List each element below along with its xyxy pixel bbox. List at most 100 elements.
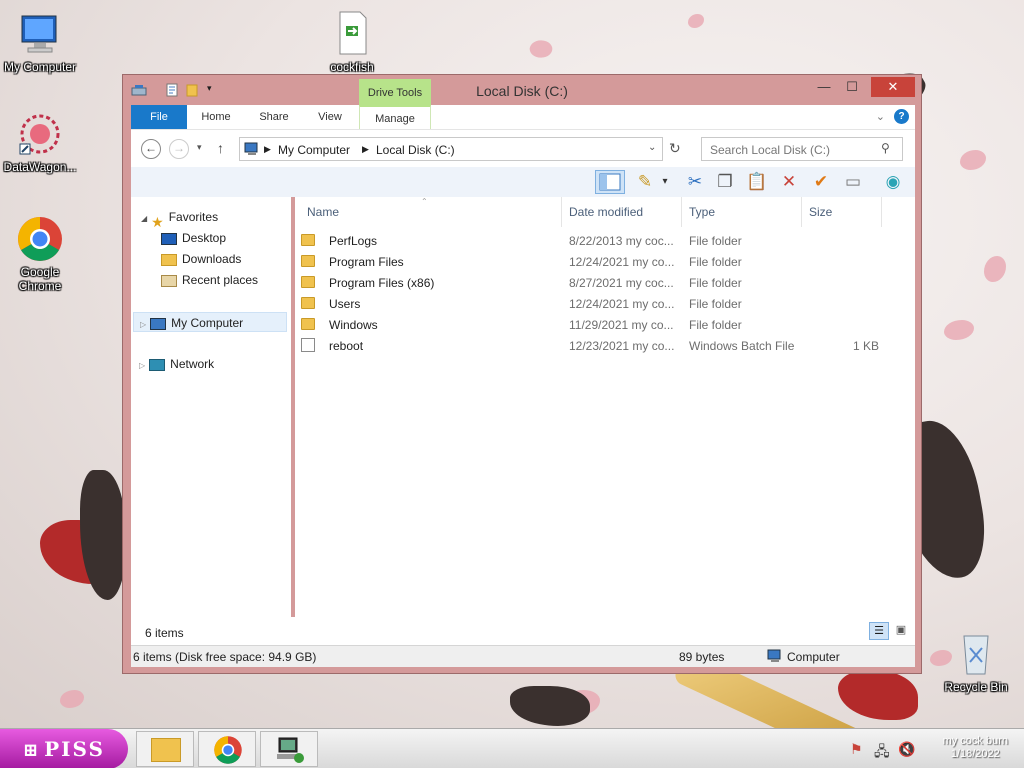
forward-button[interactable]: → xyxy=(169,139,189,159)
tab-manage[interactable]: Manage xyxy=(359,105,431,129)
table-row[interactable]: PerfLogs 8/22/2013 my coc... File folder xyxy=(295,231,895,252)
delete-icon[interactable]: ✕ xyxy=(777,170,801,194)
network-tray-icon[interactable]: 🖧 xyxy=(874,741,890,765)
desktop-icon-my-computer[interactable]: My Computer xyxy=(0,10,80,74)
rename-icon[interactable]: ▭ xyxy=(841,170,865,194)
volume-muted-icon[interactable]: 🔇 xyxy=(898,741,915,758)
help-icon[interactable]: ? xyxy=(894,109,909,124)
shortcut-file-icon xyxy=(328,10,376,58)
action-center-flag-icon[interactable]: ⚑ xyxy=(850,741,863,758)
nav-network[interactable]: ▷ Network xyxy=(139,354,214,374)
file-type: File folder xyxy=(689,318,742,332)
up-arrow-icon[interactable]: ↑ xyxy=(217,140,224,156)
minimize-button[interactable]: — xyxy=(811,77,837,97)
preview-pane-icon[interactable] xyxy=(595,170,625,194)
network-computer-icon xyxy=(275,736,305,767)
file-date: 8/22/2013 my coc... xyxy=(569,234,674,248)
taskbar: ⊞ PISS ⚑ 🖧 🔇 my cock burn 1/18/2022 xyxy=(0,728,1024,768)
checkmark-icon[interactable]: ✔ xyxy=(809,170,833,194)
chevron-right-icon: ▶ xyxy=(264,144,271,154)
maximize-button[interactable]: ☐ xyxy=(839,77,865,97)
desktop-icon-label: cockfish xyxy=(330,60,374,74)
recycle-bin-icon xyxy=(952,630,1000,678)
nav-desktop[interactable]: Desktop xyxy=(161,228,226,248)
computer-icon xyxy=(244,142,260,159)
status-summary: 6 items (Disk free space: 94.9 GB) xyxy=(133,650,317,664)
nav-downloads[interactable]: Downloads xyxy=(161,249,241,269)
item-count: 6 items xyxy=(145,626,184,640)
desktop-icon-label: My Computer xyxy=(3,60,77,74)
nav-label: Desktop xyxy=(182,231,227,245)
table-row[interactable]: reboot 12/23/2021 my co... Windows Batch… xyxy=(295,336,895,357)
file-type: Windows Batch File xyxy=(689,339,795,353)
taskbar-explorer-button[interactable] xyxy=(136,731,194,767)
file-type: File folder xyxy=(689,234,742,248)
file-name: Users xyxy=(329,297,361,311)
tab-file[interactable]: File xyxy=(131,105,187,129)
title-bar[interactable]: ▾ Drive Tools Local Disk (C:) — ☐ ✕ xyxy=(123,75,921,105)
taskbar-chrome-button[interactable] xyxy=(198,731,256,767)
desktop-icon-recycle-bin[interactable]: Recycle Bin xyxy=(936,630,1016,694)
nav-favorites[interactable]: ◢ ★ Favorites xyxy=(141,207,218,230)
file-name: PerfLogs xyxy=(329,234,378,248)
nav-label: Recent places xyxy=(182,273,259,287)
status-bytes: 89 bytes xyxy=(679,650,725,664)
column-header-date[interactable]: Date modified xyxy=(569,205,643,219)
globe-icon[interactable]: ◉ xyxy=(881,170,905,194)
ribbon-expand-icon[interactable]: ⌄ xyxy=(876,110,885,123)
breadcrumb-my-computer[interactable]: My Computer xyxy=(278,143,350,157)
cut-icon[interactable]: ✂ xyxy=(683,170,707,194)
nav-my-computer[interactable]: ▷ My Computer xyxy=(133,312,287,332)
computer-icon xyxy=(150,317,167,330)
desktop-icon-label: DataWagon... xyxy=(3,160,77,174)
tab-view[interactable]: View xyxy=(307,105,353,129)
back-button[interactable]: ← xyxy=(141,139,161,159)
nav-label: My Computer xyxy=(171,316,244,330)
address-bar[interactable]: ▶ My Computer ▶ Local Disk (C:) ⌄ xyxy=(239,137,663,161)
tab-home[interactable]: Home xyxy=(193,105,239,129)
file-size: 1 KB xyxy=(853,339,880,353)
recent-locations-icon[interactable]: ▾ xyxy=(197,142,202,153)
table-row[interactable]: Windows 11/29/2021 my co... File folder xyxy=(295,315,895,336)
file-name: Program Files xyxy=(329,255,404,269)
copy-icon[interactable]: ❐ xyxy=(713,170,737,194)
computer-icon xyxy=(767,649,783,666)
table-row[interactable]: Program Files 12/24/2021 my co... File f… xyxy=(295,252,895,273)
nav-label: Downloads xyxy=(182,252,242,266)
desktop-icon-label: Recycle Bin xyxy=(944,680,1008,694)
column-header-name[interactable]: Name xyxy=(307,205,339,219)
navigation-row: ← → ▾ ↑ ▶ My Computer ▶ Local Disk (C:) … xyxy=(131,129,915,167)
clock[interactable]: my cock burn 1/18/2022 xyxy=(943,735,1008,761)
desktop-icon xyxy=(161,232,177,245)
desktop-icon-google-chrome[interactable]: Google Chrome xyxy=(0,215,80,293)
checklist-folder-icon[interactable]: ✎ xyxy=(633,170,657,194)
file-date: 12/23/2021 my co... xyxy=(569,339,675,353)
nav-recent-places[interactable]: Recent places xyxy=(161,270,258,290)
file-type: File folder xyxy=(689,255,742,269)
column-header-size[interactable]: Size xyxy=(809,205,832,219)
paste-icon[interactable]: 📋 xyxy=(745,170,769,194)
status-location: Computer xyxy=(787,650,840,664)
tab-share[interactable]: Share xyxy=(251,105,297,129)
column-header-type[interactable]: Type xyxy=(689,205,715,219)
file-name: reboot xyxy=(329,339,364,353)
start-button[interactable]: ⊞ PISS xyxy=(0,729,128,768)
chevron-down-icon[interactable]: ▾ xyxy=(659,170,671,194)
table-row[interactable]: Program Files (x86) 8/27/2021 my coc... … xyxy=(295,273,895,294)
taskbar-network-app-button[interactable] xyxy=(260,731,318,767)
details-view-icon[interactable]: ☰ xyxy=(869,622,889,640)
close-button[interactable]: ✕ xyxy=(871,77,915,97)
search-input[interactable]: Search Local Disk (C:) xyxy=(701,137,903,161)
breadcrumb-local-disk[interactable]: Local Disk (C:) xyxy=(376,143,455,157)
chrome-icon xyxy=(213,735,243,768)
item-count-bar: 6 items ☰ ▣ xyxy=(131,617,915,645)
refresh-icon[interactable]: ↻ xyxy=(669,140,681,157)
folder-icon xyxy=(301,318,315,330)
desktop-icon-datawagon[interactable]: DataWagon... xyxy=(0,110,80,174)
recent-places-icon xyxy=(161,274,177,287)
chevron-down-icon[interactable]: ⌄ xyxy=(648,142,656,153)
large-icons-view-icon[interactable]: ▣ xyxy=(891,622,911,640)
nav-label: Network xyxy=(170,357,215,371)
desktop-icon-cockfish[interactable]: cockfish xyxy=(312,10,392,74)
table-row[interactable]: Users 12/24/2021 my co... File folder xyxy=(295,294,895,315)
